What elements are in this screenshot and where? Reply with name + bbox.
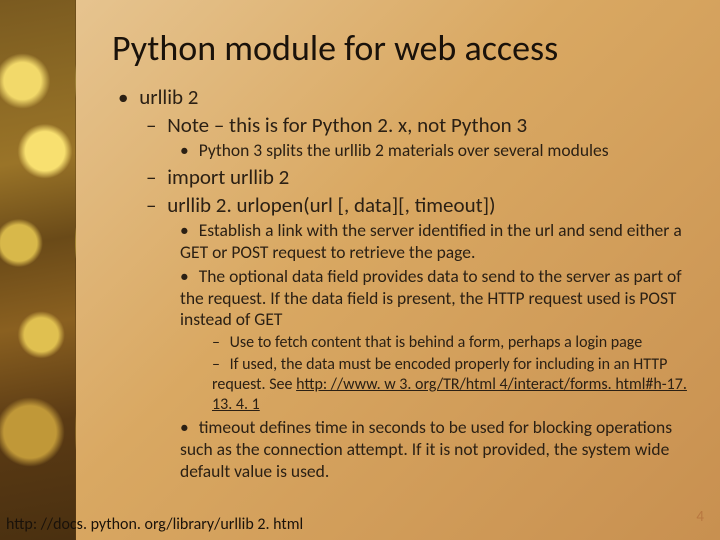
slide-title: Python module for web access [112, 26, 692, 70]
bullet-lvl2: import urllib 2 [146, 164, 692, 190]
bullet-lvl4: If used, the data must be encoded proper… [212, 355, 692, 415]
bullet-lvl4: Use to fetch content that is behind a fo… [212, 333, 692, 353]
bullet-lvl3: Establish a link with the server identif… [180, 220, 692, 264]
bullet-lvl2: urllib 2. urlopen(url [, data][, timeout… [146, 192, 692, 218]
bullet-lvl3: timeout defines time in seconds to be us… [180, 417, 692, 483]
decorative-leaf-strip [0, 0, 76, 540]
page-number: 4 [696, 508, 704, 526]
bullet-lvl2: Note – this is for Python 2. x, not Pyth… [146, 112, 692, 138]
footer-url: http: //docs. python. org/library/urllib… [6, 515, 303, 534]
bullet-lvl3: Python 3 splits the urllib 2 materials o… [180, 140, 692, 162]
bullet-list: urllib 2 Note – this is for Python 2. x,… [106, 84, 692, 483]
bullet-lvl1: urllib 2 [118, 84, 692, 110]
slide-body: Python module for web access urllib 2 No… [76, 0, 720, 540]
bullet-lvl3: The optional data field provides data to… [180, 266, 692, 332]
